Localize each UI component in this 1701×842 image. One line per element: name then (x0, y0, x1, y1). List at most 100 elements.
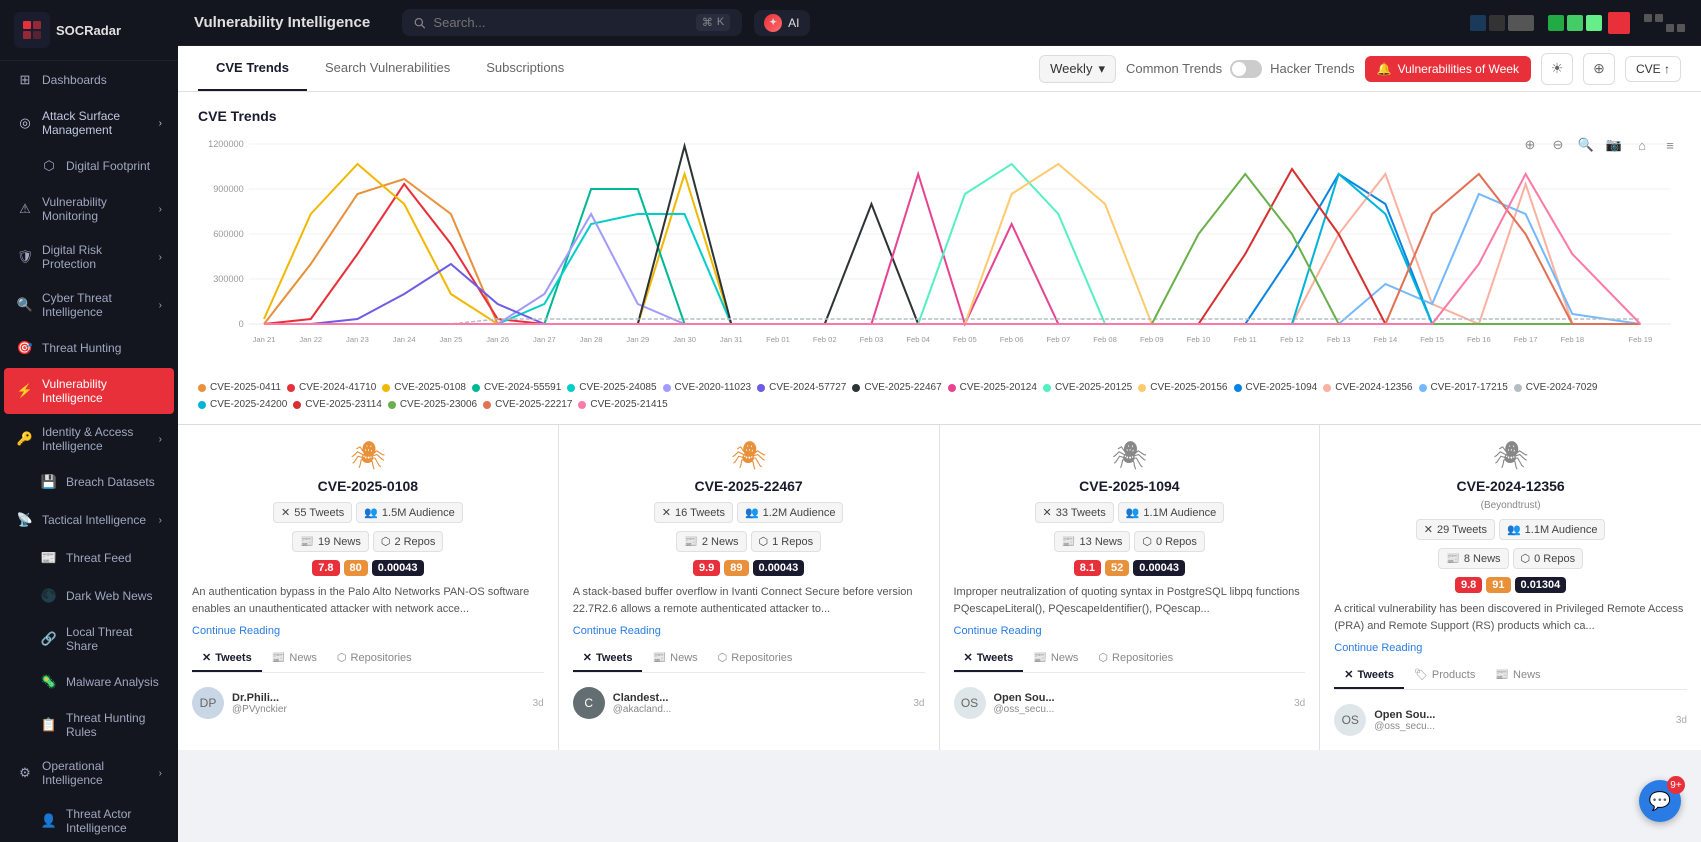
tweet-time-3: 3d (1676, 715, 1687, 726)
sidebar-item-vulnerability-monitoring[interactable]: ⚠ Vulnerability Monitoring › (4, 186, 174, 232)
sidebar-item-label: Tactical Intelligence (42, 513, 146, 527)
tweet-info-3: Open Sou... @oss_secu... (1374, 709, 1668, 732)
svg-text:Jan 31: Jan 31 (720, 335, 743, 344)
tweet-handle-2: @oss_secu... (994, 704, 1287, 715)
ai-button[interactable]: ✦ AI (754, 10, 809, 36)
hacker-trends-toggle[interactable] (1230, 60, 1262, 78)
card-tab-tweets-3[interactable]: ✕ Tweets (1334, 662, 1404, 689)
logo-icon[interactable] (14, 12, 50, 48)
x-icon-0: ✕ (281, 506, 290, 519)
card-tab-news-1[interactable]: 📰 News (642, 645, 707, 672)
tab-subscriptions[interactable]: Subscriptions (468, 46, 582, 91)
score1-3: 9.8 (1455, 577, 1482, 593)
legend-dot (1138, 384, 1146, 392)
search-input[interactable] (433, 15, 687, 30)
continue-reading-3[interactable]: Continue Reading (1334, 642, 1687, 654)
sidebar-item-label: Attack Surface Management (42, 109, 159, 137)
sidebar-item-tactical-intel[interactable]: 📡 Tactical Intelligence › (4, 502, 174, 538)
cve-card-0: 🕷 CVE-2025-0108 ✕ 55 Tweets 👥 1.5M Audie… (178, 425, 559, 750)
tweet-preview-0: DP Dr.Phili... @PVynckier 3d (192, 681, 544, 719)
score1-2: 8.1 (1074, 560, 1101, 576)
sidebar-item-threat-feed[interactable]: 📰 Threat Feed (4, 540, 174, 576)
card-tab-products-3[interactable]: 🏷 Products (1404, 662, 1485, 689)
sidebar-item-dashboards[interactable]: ⊞ Dashboards (4, 62, 174, 98)
menu-button[interactable]: ≡ (1659, 134, 1681, 156)
svg-text:Feb 09: Feb 09 (1140, 335, 1164, 344)
camera-button[interactable]: 📷 (1603, 134, 1625, 156)
home-button[interactable]: ⌂ (1631, 134, 1653, 156)
period-label: Weekly (1050, 61, 1092, 76)
x-icon-3: ✕ (1424, 523, 1433, 536)
plus-icon-button[interactable]: ⊕ (1583, 53, 1615, 85)
svg-text:Feb 18: Feb 18 (1560, 335, 1584, 344)
search-bar[interactable]: ⌘ K (402, 9, 742, 36)
audience-icon-1: 👥 (745, 506, 759, 519)
card-tab-news-0[interactable]: 📰 News (262, 645, 327, 672)
chevron-icon: › (159, 118, 162, 129)
sidebar-item-cyber-threat[interactable]: 🔍 Cyber Threat Intelligence › (4, 282, 174, 328)
sidebar-item-vulnerability-intel[interactable]: ⚡ Vulnerability Intelligence (4, 368, 174, 414)
card-tab-repos-0[interactable]: ⬡ Repositories (327, 645, 422, 672)
tab-cve-trends[interactable]: CVE Trends (198, 46, 307, 91)
color-block-5 (1567, 15, 1583, 31)
chevron-icon: › (159, 768, 162, 779)
continue-reading-2[interactable]: Continue Reading (954, 625, 1306, 637)
sidebar-item-operational-intel[interactable]: ⚙ Operational Intelligence › (4, 750, 174, 796)
search-chart-button[interactable]: 🔍 (1575, 134, 1597, 156)
audience-badge-2: 👥 1.1M Audience (1118, 502, 1224, 523)
sidebar-item-threat-hunting-rules[interactable]: 📋 Threat Hunting Rules (4, 702, 174, 748)
card-tab-repos-1[interactable]: ⬡ Repositories (708, 645, 803, 672)
legend-item-18: CVE-2025-22217 (483, 399, 572, 410)
svg-text:900000: 900000 (213, 184, 243, 194)
sidebar-item-attack-surface[interactable]: ◎ Attack Surface Management › (4, 100, 174, 146)
card-tab-news-2[interactable]: 📰 News (1023, 645, 1088, 672)
sidebar-item-label: Cyber Threat Intelligence (42, 291, 159, 319)
tweets-badge-2: ✕ 33 Tweets (1035, 502, 1114, 523)
tweets-badge-1: ✕ 16 Tweets (654, 502, 733, 523)
audience-badge-3: 👥 1.1M Audience (1499, 519, 1605, 540)
sidebar-item-digital-risk[interactable]: 🛡 Digital Risk Protection › (4, 234, 174, 280)
vulnerabilities-week-button[interactable]: 🔔 Vulnerabilities of Week (1365, 56, 1531, 82)
news-tab-icon-1: 📰 (652, 651, 666, 664)
color-block-4 (1548, 15, 1564, 31)
sidebar-item-dark-web[interactable]: 🌑 Dark Web News (4, 578, 174, 614)
sidebar-item-digital-footprint[interactable]: ⬡ Digital Footprint (4, 148, 174, 184)
chevron-icon: › (159, 434, 162, 445)
legend-dot (663, 384, 671, 392)
sidebar-item-threat-hunting[interactable]: 🎯 Threat Hunting (4, 330, 174, 366)
zoom-in-button[interactable]: ⊕ (1519, 134, 1541, 156)
continue-reading-1[interactable]: Continue Reading (573, 625, 925, 637)
sidebar-item-threat-actor[interactable]: 👤 Threat Actor Intelligence (4, 798, 174, 842)
tab-search-vuln[interactable]: Search Vulnerabilities (307, 46, 468, 91)
svg-text:Feb 12: Feb 12 (1280, 335, 1304, 344)
sidebar-item-identity-access[interactable]: 🔑 Identity & Access Intelligence › (4, 416, 174, 462)
cve-card-2: 🕷 CVE-2025-1094 ✕ 33 Tweets 👥 1.1M Audie… (940, 425, 1321, 750)
card-tab-tweets-2[interactable]: ✕ Tweets (954, 645, 1024, 672)
chat-notification-bubble[interactable]: 💬 9+ (1639, 780, 1681, 822)
tabs-right-controls: Weekly ▾ Common Trends Hacker Trends 🔔 V… (1039, 53, 1681, 85)
sidebar-item-local-threat[interactable]: 🔗 Local Threat Share (4, 616, 174, 662)
avatar-2: OS (954, 687, 986, 719)
sidebar-item-label: Vulnerability Monitoring (42, 195, 159, 223)
sidebar-item-malware-analysis[interactable]: 🦠 Malware Analysis (4, 664, 174, 700)
sidebar-item-breach-datasets[interactable]: 💾 Breach Datasets (4, 464, 174, 500)
continue-reading-0[interactable]: Continue Reading (192, 625, 544, 637)
legend-dot (483, 401, 491, 409)
card-tab-repos-2[interactable]: ⬡ Repositories (1088, 645, 1183, 672)
chart-container: CVE Trends ⊕ ⊖ 🔍 📷 ⌂ ≡ (178, 92, 1701, 424)
color-block-3 (1508, 15, 1534, 31)
search-shortcut: ⌘ K (696, 14, 730, 31)
card-tab-news-3[interactable]: 📰 News (1485, 662, 1550, 689)
grid-icon-4 (1677, 24, 1685, 32)
period-selector[interactable]: Weekly ▾ (1039, 55, 1116, 83)
repos-icon-0: ⬡ (381, 535, 391, 548)
card-tab-tweets-1[interactable]: ✕ Tweets (573, 645, 643, 672)
zoom-out-button[interactable]: ⊖ (1547, 134, 1569, 156)
cve-desc-1: A stack-based buffer overflow in Ivanti … (573, 584, 925, 617)
user-avatar[interactable] (1608, 12, 1630, 34)
svg-text:0: 0 (239, 319, 244, 329)
card-tab-tweets-0[interactable]: ✕ Tweets (192, 645, 262, 672)
svg-text:300000: 300000 (213, 274, 243, 284)
sun-icon-button[interactable]: ☀ (1541, 53, 1573, 85)
cve-filter-button[interactable]: CVE ↑ (1625, 56, 1681, 82)
